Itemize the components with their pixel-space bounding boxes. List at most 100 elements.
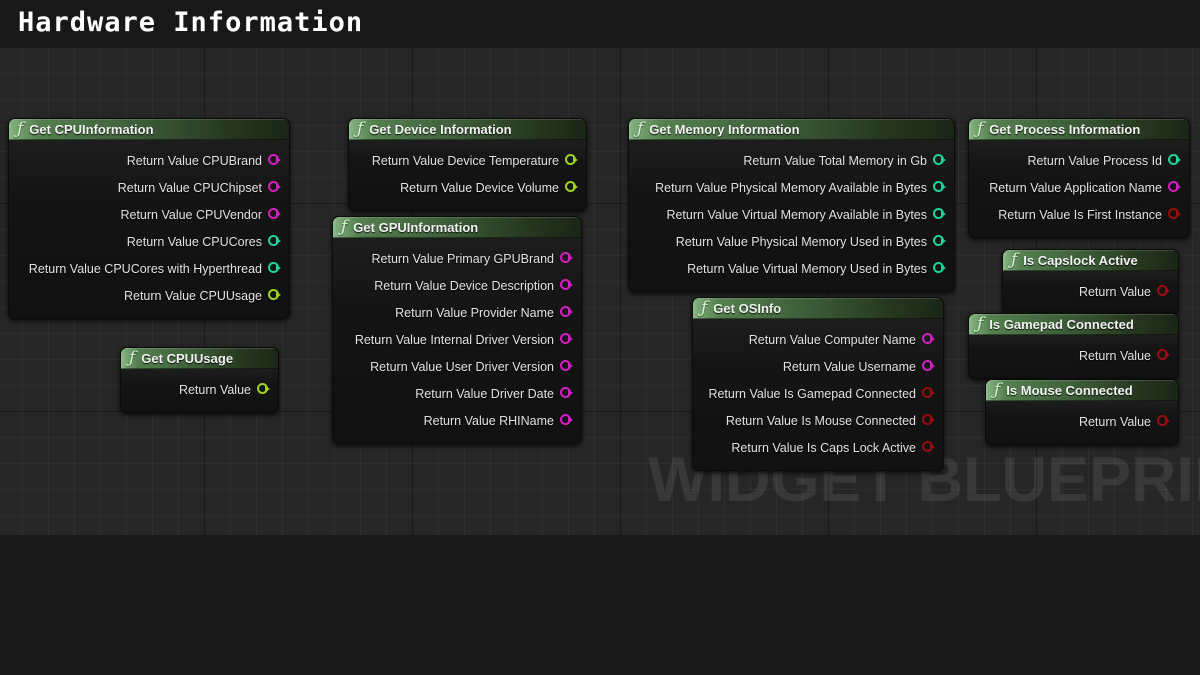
pin-label: Return Value CPUChipset: [117, 180, 262, 195]
pin-boolean-icon[interactable]: [1157, 415, 1170, 428]
pin-string-icon[interactable]: [560, 387, 573, 400]
pin-string-icon[interactable]: [268, 181, 281, 194]
pin-boolean-icon[interactable]: [1157, 285, 1170, 298]
output-pin-row[interactable]: Return Value Is First Instance: [969, 201, 1189, 228]
output-pin-row[interactable]: Return Value Total Memory in Gb: [629, 147, 954, 174]
pin-boolean-icon[interactable]: [1157, 349, 1170, 362]
output-pin-row[interactable]: Return Value: [986, 408, 1178, 435]
pin-string-icon[interactable]: [922, 333, 935, 346]
pin-label: Return Value CPUUsage: [123, 288, 262, 303]
node-title: Get Process Information: [989, 122, 1141, 137]
pin-integer-icon[interactable]: [933, 181, 946, 194]
output-pin-row[interactable]: Return Value Virtual Memory Used in Byte…: [629, 255, 954, 282]
pin-float-icon[interactable]: [257, 383, 270, 396]
output-pin-row[interactable]: Return Value Computer Name: [693, 326, 943, 353]
pin-label: Return Value Username: [782, 359, 916, 374]
output-pin-row[interactable]: Return Value Virtual Memory Available in…: [629, 201, 954, 228]
pin-float-icon[interactable]: [565, 181, 578, 194]
node-header[interactable]: ƒ Get OSInfo: [693, 298, 943, 319]
output-pin-row[interactable]: Return Value CPUCores with Hyperthread: [9, 255, 289, 282]
pin-string-icon[interactable]: [560, 252, 573, 265]
output-pin-row[interactable]: Return Value Is Caps Lock Active: [693, 434, 943, 461]
node-header[interactable]: ƒ Get Process Information: [969, 119, 1189, 140]
pin-integer-icon[interactable]: [933, 262, 946, 275]
pin-integer-icon[interactable]: [933, 154, 946, 167]
pin-boolean-icon[interactable]: [922, 441, 935, 454]
output-pin-row[interactable]: Return Value CPUBrand: [9, 147, 289, 174]
pin-label: Return Value Virtual Memory Available in…: [666, 207, 927, 222]
blueprint-node-get-osinfo[interactable]: ƒ Get OSInfo Return Value Computer Name Ret…: [692, 297, 944, 471]
node-header[interactable]: ƒ Is Gamepad Connected: [969, 314, 1178, 335]
pin-label: Return Value CPUVendor: [120, 207, 262, 222]
output-pin-row[interactable]: Return Value Primary GPUBrand: [333, 245, 581, 272]
blueprint-node-get-cpuusage[interactable]: ƒ Get CPUUsage Return Value: [120, 347, 279, 413]
output-pin-row[interactable]: Return Value Is Gamepad Connected: [693, 380, 943, 407]
output-pin-row[interactable]: Return Value User Driver Version: [333, 353, 581, 380]
pin-integer-icon[interactable]: [268, 235, 281, 248]
pin-string-icon[interactable]: [560, 414, 573, 427]
node-header[interactable]: ƒ Get GPUInformation: [333, 217, 581, 238]
output-pin-row[interactable]: Return Value Device Description: [333, 272, 581, 299]
output-pin-row[interactable]: Return Value: [1003, 278, 1178, 305]
page-title: Hardware Information: [18, 7, 364, 38]
function-icon: ƒ: [357, 119, 364, 139]
pin-boolean-icon[interactable]: [922, 414, 935, 427]
pin-integer-icon[interactable]: [1168, 154, 1181, 167]
output-pin-row[interactable]: Return Value Driver Date: [333, 380, 581, 407]
output-pin-row[interactable]: Return Value RHIName: [333, 407, 581, 434]
pin-string-icon[interactable]: [922, 360, 935, 373]
pin-label: Return Value Is Gamepad Connected: [708, 386, 916, 401]
pin-float-icon[interactable]: [565, 154, 578, 167]
output-pin-row[interactable]: Return Value CPUVendor: [9, 201, 289, 228]
node-header[interactable]: ƒ Get Memory Information: [629, 119, 954, 140]
pin-integer-icon[interactable]: [268, 262, 281, 275]
node-header[interactable]: ƒ Is Mouse Connected: [986, 380, 1178, 401]
pin-string-icon[interactable]: [268, 154, 281, 167]
pin-label: Return Value CPUCores with Hyperthread: [28, 261, 262, 276]
blueprint-node-get-process-information[interactable]: ƒ Get Process Information Return Value Pro…: [968, 118, 1190, 238]
pin-string-icon[interactable]: [560, 279, 573, 292]
pin-label: Return Value Primary GPUBrand: [371, 251, 554, 266]
pin-integer-icon[interactable]: [933, 208, 946, 221]
blueprint-node-get-device-information[interactable]: ƒ Get Device Information Return Value Devi…: [348, 118, 587, 211]
output-pin-row[interactable]: Return Value Application Name: [969, 174, 1189, 201]
output-pin-row[interactable]: Return Value Provider Name: [333, 299, 581, 326]
node-header[interactable]: ƒ Get CPUUsage: [121, 348, 278, 369]
output-pin-row[interactable]: Return Value Is Mouse Connected: [693, 407, 943, 434]
pin-boolean-icon[interactable]: [922, 387, 935, 400]
pin-string-icon[interactable]: [560, 306, 573, 319]
output-pin-row[interactable]: Return Value Device Volume: [349, 174, 586, 201]
pin-boolean-icon[interactable]: [1168, 208, 1181, 221]
pin-float-icon[interactable]: [268, 289, 281, 302]
output-pin-row[interactable]: Return Value: [969, 342, 1178, 369]
blueprint-node-get-memory-information[interactable]: ƒ Get Memory Information Return Value Tota…: [628, 118, 955, 292]
pin-integer-icon[interactable]: [933, 235, 946, 248]
pin-string-icon[interactable]: [1168, 181, 1181, 194]
output-pin-row[interactable]: Return Value Process Id: [969, 147, 1189, 174]
pin-label: Return Value: [1078, 348, 1151, 363]
output-pin-row[interactable]: Return Value Internal Driver Version: [333, 326, 581, 353]
output-pin-row[interactable]: Return Value CPUUsage: [9, 282, 289, 309]
node-title: Get CPUUsage: [141, 351, 234, 366]
pin-label: Return Value CPUCores: [126, 234, 262, 249]
node-header[interactable]: ƒ Get CPUInformation: [9, 119, 289, 140]
pin-string-icon[interactable]: [560, 360, 573, 373]
blueprint-node-get-cpuinformation[interactable]: ƒ Get CPUInformation Return Value CPUBrand…: [8, 118, 290, 319]
node-header[interactable]: ƒ Is Capslock Active: [1003, 250, 1178, 271]
output-pin-row[interactable]: Return Value Physical Memory Available i…: [629, 174, 954, 201]
output-pin-row[interactable]: Return Value Username: [693, 353, 943, 380]
output-pin-row[interactable]: Return Value CPUCores: [9, 228, 289, 255]
blueprint-node-is-capslock-active[interactable]: ƒ Is Capslock Active Return Value: [1002, 249, 1179, 315]
pin-label: Return Value Device Description: [374, 278, 554, 293]
output-pin-row[interactable]: Return Value Device Temperature: [349, 147, 586, 174]
node-header[interactable]: ƒ Get Device Information: [349, 119, 586, 140]
blueprint-node-get-gpuinformation[interactable]: ƒ Get GPUInformation Return Value Primary …: [332, 216, 582, 444]
output-pin-row[interactable]: Return Value: [121, 376, 278, 403]
pin-string-icon[interactable]: [268, 208, 281, 221]
node-title: Get CPUInformation: [29, 122, 154, 137]
output-pin-row[interactable]: Return Value CPUChipset: [9, 174, 289, 201]
blueprint-node-is-gamepad-connected[interactable]: ƒ Is Gamepad Connected Return Value: [968, 313, 1179, 379]
output-pin-row[interactable]: Return Value Physical Memory Used in Byt…: [629, 228, 954, 255]
pin-string-icon[interactable]: [560, 333, 573, 346]
blueprint-node-is-mouse-connected[interactable]: ƒ Is Mouse Connected Return Value: [985, 379, 1179, 445]
